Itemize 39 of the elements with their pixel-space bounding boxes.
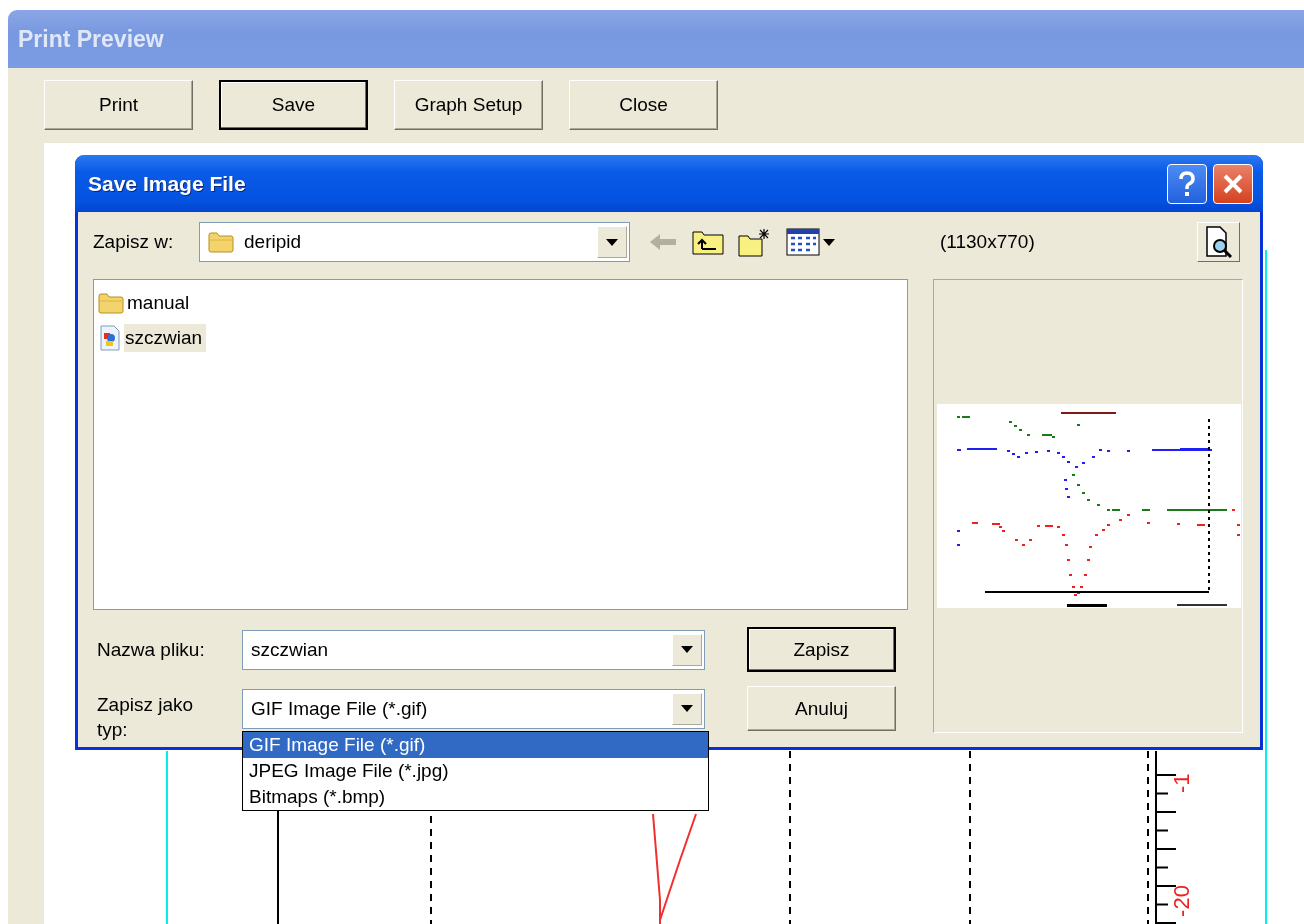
help-icon (1178, 170, 1196, 197)
new-folder-icon[interactable] (738, 227, 772, 257)
file-type-dropdown[interactable]: GIF Image File (*.gif) (242, 688, 705, 729)
window-title: Print Preview (18, 25, 164, 53)
folder-dropdown[interactable]: deripid (199, 222, 630, 262)
dialog-button[interactable]: Anuluj (747, 686, 896, 731)
toolbar-button[interactable]: Graph Setup (394, 80, 543, 130)
dropdown-button[interactable] (672, 692, 702, 725)
image-file-icon (98, 324, 122, 351)
close-button[interactable] (1213, 163, 1253, 204)
help-button[interactable] (1167, 163, 1207, 204)
image-size-text: (1130x770) (940, 231, 1035, 253)
toolbar-button[interactable]: Save (219, 80, 368, 130)
toolbar-button[interactable]: Print (44, 80, 193, 130)
dropdown-button[interactable] (597, 226, 627, 258)
dialog-button[interactable]: Zapisz (747, 627, 896, 672)
folder-icon (208, 231, 234, 253)
file-item[interactable]: manual (98, 286, 194, 319)
dropdown-button[interactable] (672, 633, 702, 666)
close-icon (1222, 172, 1244, 195)
preview-button[interactable] (1197, 222, 1240, 262)
dropdown-arrow-icon (823, 238, 835, 246)
axis-label: -20 (1169, 885, 1194, 917)
save-in-label: Zapisz w: (93, 231, 175, 253)
dropdown-arrow-icon (681, 646, 693, 653)
folder-up-icon[interactable] (692, 229, 724, 255)
axis-label: -1 (1169, 773, 1194, 793)
list-view-icon (786, 228, 820, 256)
dropdown-arrow-icon (606, 238, 618, 246)
file-type-option[interactable]: GIF Image File (*.gif) (243, 732, 708, 758)
dialog-title: Save Image File (88, 171, 247, 196)
magnifier-page-icon (1204, 226, 1233, 258)
dropdown-arrow-icon (681, 705, 693, 712)
folder-icon (98, 291, 124, 314)
toolbar-button[interactable]: Close (569, 80, 718, 130)
file-name-field[interactable]: szczwian (242, 629, 705, 670)
file-type-label: Zapisz jako typ: (96, 692, 195, 742)
view-menu-button[interactable] (786, 228, 835, 256)
file-name-label: Nazwa pliku: (96, 638, 206, 661)
